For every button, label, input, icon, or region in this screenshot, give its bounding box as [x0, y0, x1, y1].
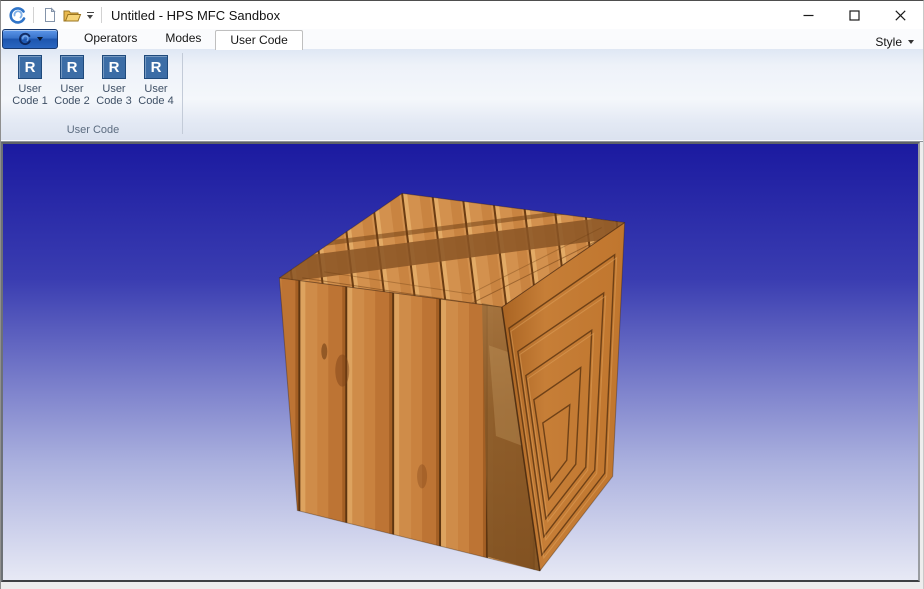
- application-menu-button[interactable]: [2, 29, 58, 49]
- separator: [33, 7, 34, 23]
- record-r-icon: R: [60, 55, 84, 79]
- ribbon-group-label: User Code: [3, 124, 183, 136]
- style-dropdown-label: Style: [875, 35, 902, 49]
- group-separator: [182, 53, 183, 134]
- app-logo-small-icon: [18, 32, 32, 46]
- chevron-down-icon: [37, 37, 43, 41]
- window-title: Untitled - HPS MFC Sandbox: [111, 8, 280, 23]
- chevron-down-icon: [908, 40, 914, 44]
- separator: [101, 7, 102, 23]
- record-r-icon: R: [102, 55, 126, 79]
- app-window: Untitled - HPS MFC Sandbox: [0, 0, 924, 589]
- user-code-3-button[interactable]: R UserCode 3: [93, 53, 135, 107]
- tab-user-code[interactable]: User Code: [215, 30, 302, 50]
- button-label: UserCode 1: [12, 83, 47, 107]
- user-code-1-button[interactable]: R UserCode 1: [9, 53, 51, 107]
- client-area: [1, 142, 923, 589]
- ribbon-buttons: R UserCode 1 R UserCode 2 R UserCode 3: [3, 50, 183, 107]
- window-controls: [785, 1, 923, 29]
- ribbon-tab-row: Operators Modes User Code Style: [1, 29, 923, 49]
- viewport-3d[interactable]: [1, 142, 920, 582]
- button-label: UserCode 3: [96, 83, 131, 107]
- open-folder-icon[interactable]: [61, 4, 83, 26]
- app-logo-icon: [6, 4, 28, 26]
- quick-access-toolbar: [6, 1, 107, 29]
- ribbon-panel: R UserCode 1 R UserCode 2 R UserCode 3: [1, 49, 923, 142]
- titlebar: Untitled - HPS MFC Sandbox: [1, 1, 923, 29]
- ribbon-group-user-code: R UserCode 1 R UserCode 2 R UserCode 3: [3, 50, 183, 139]
- style-dropdown-button[interactable]: Style: [875, 35, 914, 49]
- button-label: UserCode 2: [54, 83, 89, 107]
- user-code-4-button[interactable]: R UserCode 4: [135, 53, 177, 107]
- minimize-button[interactable]: [785, 1, 831, 29]
- wooden-cube: [3, 144, 918, 580]
- button-label: UserCode 4: [138, 83, 173, 107]
- user-code-2-button[interactable]: R UserCode 2: [51, 53, 93, 107]
- tab-modes[interactable]: Modes: [151, 29, 215, 49]
- tab-operators[interactable]: Operators: [70, 29, 151, 49]
- maximize-button[interactable]: [831, 1, 877, 29]
- close-button[interactable]: [877, 1, 923, 29]
- record-r-icon: R: [144, 55, 168, 79]
- record-r-icon: R: [18, 55, 42, 79]
- qat-customize-dropdown-icon[interactable]: [84, 12, 96, 19]
- new-document-icon[interactable]: [39, 4, 61, 26]
